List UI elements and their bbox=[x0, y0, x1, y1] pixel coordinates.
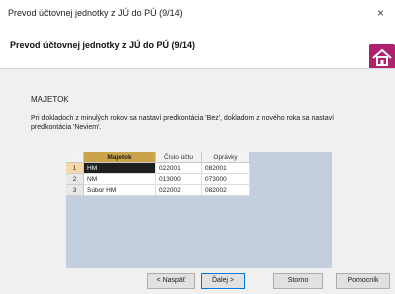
row-number-header bbox=[66, 152, 84, 163]
table-cell-opravky[interactable]: 082002 bbox=[202, 185, 250, 196]
page-title: Prevod účtovnej jednotky z JÚ do PÚ (9/1… bbox=[10, 40, 196, 50]
cancel-button[interactable]: Storno bbox=[273, 273, 323, 289]
table-cell-majetok[interactable]: HM bbox=[84, 163, 156, 174]
wizard-header: Prevod účtovnej jednotky z JÚ do PÚ (9/1… bbox=[0, 28, 395, 70]
back-button[interactable]: < Naspäť bbox=[147, 273, 195, 289]
column-header-cislo-uctu[interactable]: Číslo účtu bbox=[156, 152, 202, 163]
section-label: MAJETOK bbox=[31, 95, 69, 104]
section-description: Pri dokladoch z minulých rokov sa nastav… bbox=[31, 115, 335, 131]
row-number[interactable]: 2 bbox=[66, 174, 84, 185]
table-cell-opravky[interactable]: 082001 bbox=[202, 163, 250, 174]
table-cell-cislo-uctu[interactable]: 013000 bbox=[156, 174, 202, 185]
table-cell-cislo-uctu[interactable]: 022002 bbox=[156, 185, 202, 196]
row-number[interactable]: 3 bbox=[66, 185, 84, 196]
table-cell-majetok[interactable]: NM bbox=[84, 174, 156, 185]
table-cell-majetok[interactable]: Súbor HM bbox=[84, 185, 156, 196]
window-title: Prevod účtovnej jednotky z JÚ do PÚ (9/1… bbox=[8, 8, 183, 18]
table-cell-cislo-uctu[interactable]: 022001 bbox=[156, 163, 202, 174]
table-cell-opravky[interactable]: 073000 bbox=[202, 174, 250, 185]
row-number[interactable]: 1 bbox=[66, 163, 84, 174]
column-header-majetok[interactable]: Majetok bbox=[84, 152, 156, 163]
column-header-opravky[interactable]: Oprávky bbox=[202, 152, 250, 163]
next-button[interactable]: Ďalej > bbox=[201, 273, 245, 289]
window-titlebar: Prevod účtovnej jednotky z JÚ do PÚ (9/1… bbox=[0, 0, 395, 28]
majetok-table[interactable]: Majetok Číslo účtu Oprávky 1 HM 022001 0… bbox=[66, 152, 332, 268]
help-button[interactable]: Pomocník bbox=[336, 273, 390, 289]
home-icon bbox=[369, 44, 395, 70]
close-icon[interactable]: × bbox=[377, 6, 384, 20]
